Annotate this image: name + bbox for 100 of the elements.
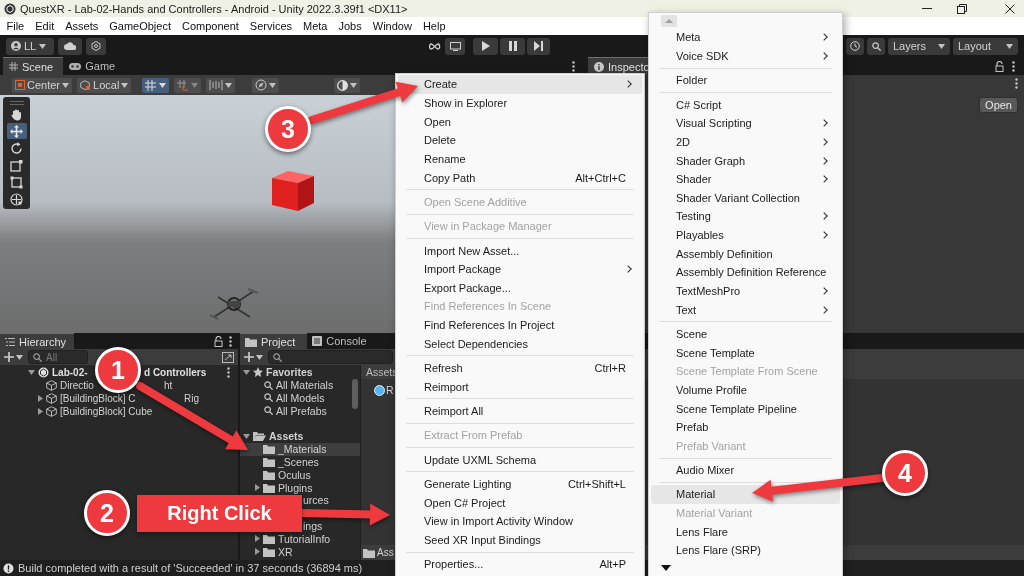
menu-item[interactable]: Copy Path Alt+Ctrl+C bbox=[398, 168, 642, 187]
menu-item[interactable]: Volume Profile bbox=[651, 380, 840, 400]
object-name[interactable]: [BuildingBlock] Cube bbox=[60, 406, 153, 417]
layout-dropdown[interactable]: Layout bbox=[953, 37, 1018, 55]
directory-entry[interactable]: Oculus bbox=[240, 468, 321, 482]
directory-name[interactable]: urces bbox=[303, 494, 329, 507]
root-name[interactable]: Lab-02- bbox=[52, 367, 88, 378]
step-button[interactable] bbox=[527, 37, 550, 55]
saved-search-item[interactable]: All Prefabs bbox=[240, 404, 360, 418]
menu-item[interactable]: Testing bbox=[651, 207, 840, 226]
directory-name[interactable]: ings bbox=[303, 519, 323, 532]
object-name[interactable]: Directio bbox=[60, 380, 94, 391]
scroll-down-icon[interactable] bbox=[661, 564, 671, 571]
directory-entry[interactable]: _Materials bbox=[240, 442, 360, 456]
menu-item[interactable]: Assembly Definition Reference bbox=[651, 263, 840, 282]
menu-item[interactable]: Services bbox=[244, 20, 298, 32]
create-button[interactable] bbox=[244, 352, 263, 362]
directory-entry[interactable]: Plugins bbox=[240, 481, 323, 494]
menu-item[interactable]: Folder bbox=[651, 70, 840, 90]
shading-button[interactable] bbox=[334, 77, 361, 93]
directory-entry[interactable]: TutorialInfo bbox=[240, 532, 341, 546]
menu-item[interactable]: Component bbox=[176, 20, 245, 32]
menu-item[interactable]: Assets bbox=[59, 20, 104, 32]
align-button[interactable] bbox=[206, 77, 236, 93]
panel-tab[interactable]: Game bbox=[63, 57, 126, 75]
menu-item[interactable]: Window bbox=[367, 20, 418, 32]
menu-item[interactable]: Prefab bbox=[651, 417, 840, 437]
menu-item[interactable]: Update UXML Schema bbox=[398, 450, 642, 469]
name-fragment[interactable]: ht bbox=[164, 380, 173, 391]
menu-item[interactable]: 2D bbox=[651, 132, 840, 152]
menu-item[interactable]: Assembly Definition bbox=[651, 244, 840, 264]
simulator-button[interactable] bbox=[445, 37, 465, 55]
name-fragment[interactable]: Rig bbox=[184, 393, 199, 404]
menu-item[interactable]: Text bbox=[651, 300, 840, 319]
menu-item[interactable]: Show in Explorer bbox=[398, 93, 642, 113]
menu-item[interactable]: Playables bbox=[651, 225, 840, 245]
assets-foldout[interactable]: Assets bbox=[240, 430, 314, 443]
directory-entry[interactable]: XR bbox=[240, 545, 303, 558]
saved-search-item[interactable]: All Models bbox=[240, 391, 360, 405]
account-dropdown[interactable]: LL bbox=[6, 37, 54, 55]
menu-item[interactable]: Help bbox=[417, 20, 451, 32]
menu-item[interactable]: Import Package bbox=[398, 259, 642, 279]
cloud-button[interactable] bbox=[58, 37, 82, 55]
menu-item[interactable]: Scene Template bbox=[651, 343, 840, 362]
menu-item[interactable]: Visual Scripting bbox=[651, 113, 840, 133]
menu-item[interactable]: C# Script bbox=[651, 95, 840, 114]
favorites-foldout[interactable]: Favorites bbox=[240, 366, 323, 379]
search-field[interactable] bbox=[268, 350, 393, 364]
menu-item[interactable]: Open bbox=[398, 112, 642, 131]
menu-item[interactable]: Seed XR Input Bindings bbox=[398, 530, 642, 550]
menu-item[interactable]: Reimport bbox=[398, 377, 642, 396]
move-tool-button[interactable] bbox=[6, 123, 27, 139]
menu-item[interactable]: Find References In Project bbox=[398, 315, 642, 335]
menu-item[interactable]: TextMeshPro bbox=[651, 281, 840, 301]
object-name[interactable]: [BuildingBlock] C bbox=[60, 393, 136, 404]
services-button[interactable] bbox=[86, 37, 106, 55]
search-button[interactable] bbox=[867, 37, 885, 55]
menu-item[interactable]: Edit bbox=[29, 20, 60, 32]
menu-item[interactable]: Lens Flare (SRP) bbox=[651, 541, 840, 560]
menu-item[interactable]: Lens Flare bbox=[651, 522, 840, 542]
menu-item[interactable]: Refresh Ctrl+R bbox=[398, 358, 642, 378]
menu-item[interactable]: Generate Lighting Ctrl+Shift+L bbox=[398, 474, 642, 494]
menu-item[interactable]: Meta bbox=[297, 20, 333, 32]
history-button[interactable] bbox=[846, 37, 864, 55]
menu-item[interactable]: Reimport All bbox=[398, 401, 642, 421]
menu-item[interactable]: Shader Graph bbox=[651, 151, 840, 170]
menu-item[interactable]: Scene bbox=[651, 324, 840, 344]
space-dropdown[interactable]: Local bbox=[77, 77, 132, 93]
directory-entry[interactable]: _Scenes bbox=[240, 455, 329, 469]
menu-item[interactable]: Export Package... bbox=[398, 278, 642, 298]
open-button[interactable]: Open bbox=[979, 97, 1018, 113]
gizmo-button[interactable] bbox=[252, 77, 280, 93]
menu-item[interactable]: Rename bbox=[398, 149, 642, 169]
menu-item[interactable]: Scene Template Pipeline bbox=[651, 399, 840, 418]
menu-item[interactable]: Jobs bbox=[333, 20, 368, 32]
layers-dropdown[interactable]: Layers bbox=[888, 37, 950, 55]
menu-item[interactable]: Delete bbox=[398, 130, 642, 150]
menu-item[interactable]: Import New Asset... bbox=[398, 241, 642, 260]
scene-visibility-icon[interactable] bbox=[222, 351, 234, 363]
pause-button[interactable] bbox=[500, 37, 525, 55]
grid-snap-button[interactable] bbox=[142, 77, 170, 93]
panel-tab[interactable]: Hierarchy bbox=[0, 333, 75, 349]
menu-item[interactable]: Open C# Project bbox=[398, 493, 642, 512]
menu-item[interactable]: Create bbox=[398, 75, 642, 94]
menu-item[interactable]: View in Import Activity Window bbox=[398, 511, 642, 531]
menu-item[interactable]: Shader Variant Collection bbox=[651, 188, 840, 208]
menu-item[interactable]: Properties... Alt+P bbox=[398, 554, 642, 574]
pivot-dropdown[interactable]: Center bbox=[12, 77, 73, 93]
menu-item[interactable]: Voice SDK bbox=[651, 46, 840, 66]
panel-tab[interactable]: Scene bbox=[3, 57, 64, 75]
create-button[interactable] bbox=[4, 352, 23, 362]
menu-item[interactable]: GameObject bbox=[103, 20, 177, 32]
scrollbar-thumb[interactable] bbox=[352, 379, 358, 409]
saved-search-item[interactable]: All Materials bbox=[240, 378, 360, 392]
menu-item[interactable]: Shader bbox=[651, 169, 840, 189]
menu-item[interactable]: Audio Mixer bbox=[651, 460, 840, 480]
menu-item[interactable]: Meta bbox=[651, 28, 840, 47]
play-button[interactable] bbox=[473, 37, 498, 55]
menu-item[interactable]: File bbox=[1, 20, 30, 32]
panel-tab[interactable]: Project bbox=[240, 333, 308, 349]
